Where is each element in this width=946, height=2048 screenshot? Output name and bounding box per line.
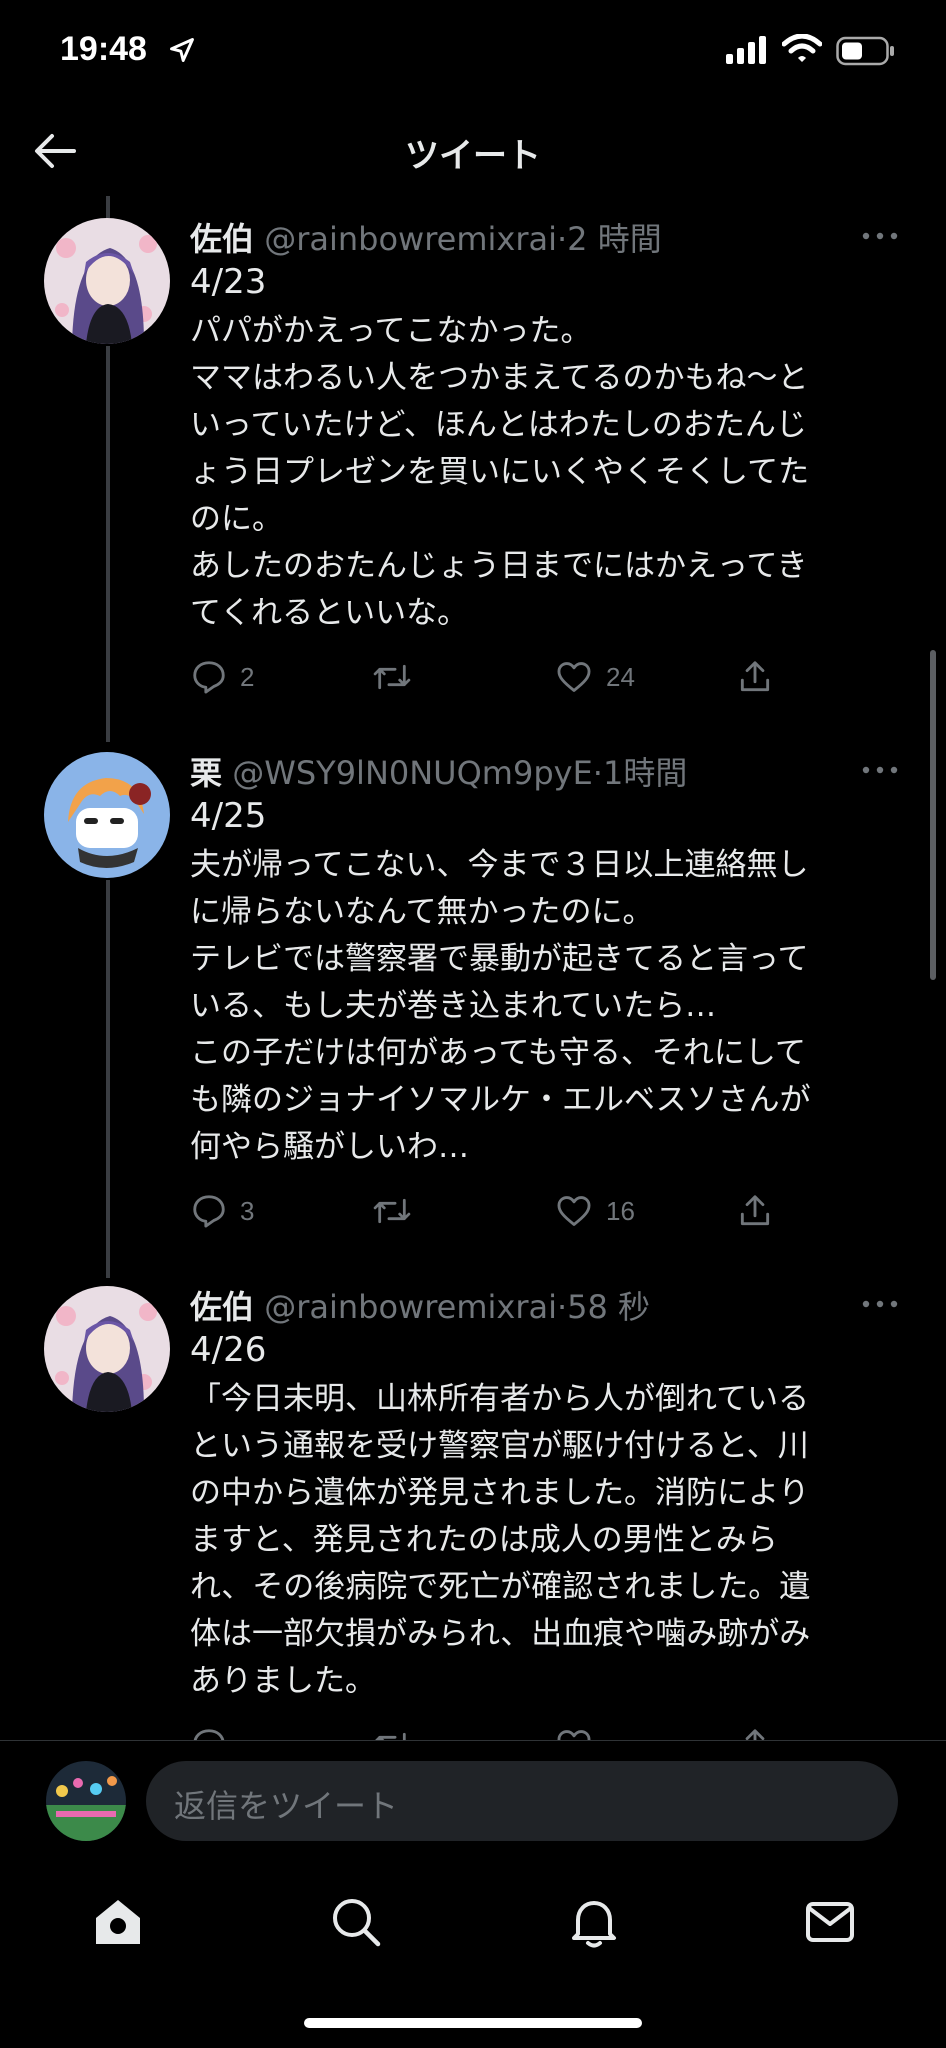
avatar-illustration xyxy=(44,1286,170,1412)
tweet-text-line: も隣のジョナイソマルケ・エルベスソさんが xyxy=(190,1082,811,1118)
my-avatar[interactable] xyxy=(46,1761,126,1841)
display-name[interactable]: 佐伯 xyxy=(190,220,254,258)
separator-dot: · xyxy=(556,220,568,258)
tweet-age[interactable]: 58 秒 xyxy=(567,1288,650,1326)
retweet-button[interactable] xyxy=(372,1186,424,1236)
wifi-icon xyxy=(782,34,822,62)
tweet-header: 栗 @WSY9lN0NUQm9pyE·1時間 xyxy=(190,748,687,794)
reply-composer: 返信をツイート xyxy=(0,1740,946,1871)
reply-button[interactable]: 2 xyxy=(190,652,254,702)
tweet-text-line: 夫が帰ってこない、今まで３日以上連絡無し xyxy=(190,847,809,883)
tweet-text-line: てくれるといいな。 xyxy=(190,595,469,631)
tweet-text-line: いる、もし夫が巻き込まれていたら… xyxy=(190,988,717,1024)
reply-count: 2 xyxy=(240,661,255,692)
reply-button[interactable]: 3 xyxy=(190,1186,254,1236)
home-indicator[interactable] xyxy=(304,2018,642,2028)
like-button[interactable]: 16 xyxy=(554,1186,635,1236)
avatar-illustration xyxy=(44,752,170,878)
avatar[interactable] xyxy=(44,1286,170,1412)
tweet-text: パパがかえってこなかった。 ママはわるい人をつかまえてるのかもね〜と いっていた… xyxy=(190,308,890,637)
display-name[interactable]: 佐伯 xyxy=(190,1288,254,1326)
like-icon xyxy=(557,662,591,692)
reply-icon xyxy=(193,661,225,694)
tweet-header: 佐伯 @rainbowremixrai·2 時間 xyxy=(190,214,662,260)
tweet-date-line: 4/26 xyxy=(190,1330,267,1370)
status-time: 19:48 xyxy=(60,30,147,68)
avatar-illustration xyxy=(44,218,170,344)
retweet-button[interactable] xyxy=(372,652,424,702)
display-name[interactable]: 栗 xyxy=(190,754,222,792)
tweet-text-line: のに。 xyxy=(190,501,283,537)
tweet-text-line: れ、その後病院で死亡が確認されました。遺 xyxy=(190,1569,811,1605)
tweet-text-line: あしたのおたんじょう日までにはかえってき xyxy=(190,548,808,584)
reply-count: 3 xyxy=(240,1195,255,1226)
like-icon xyxy=(557,1196,591,1226)
more-options-icon[interactable] xyxy=(860,226,900,246)
thread-connector-line xyxy=(106,196,110,218)
tweet-text-line: パパがかえってこなかった。 xyxy=(190,313,592,349)
tweet-actions: 3 16 xyxy=(0,1186,946,1236)
tweet-text-line: 体は一部欠損がみられ、出血痕や噛み跡がみ xyxy=(190,1616,811,1652)
scrollbar-thumb[interactable] xyxy=(930,650,936,980)
tweet-text-line: という通報を受け警察官が駆け付けると、川 xyxy=(190,1428,809,1464)
messages-icon[interactable] xyxy=(798,1890,862,1954)
user-handle[interactable]: @rainbowremixrai xyxy=(264,220,557,258)
more-options-icon[interactable] xyxy=(860,1294,900,1314)
tweet-age[interactable]: 2 時間 xyxy=(567,220,662,258)
bottom-tab-bar xyxy=(0,1870,946,2010)
tweet-text-line: ありました。 xyxy=(190,1663,376,1699)
reply-placeholder: 返信をツイート xyxy=(174,1787,399,1825)
tweet-text-line: 何やら騒がしいわ… xyxy=(190,1129,469,1165)
reply-input[interactable]: 返信をツイート xyxy=(146,1761,898,1841)
share-button[interactable] xyxy=(736,1186,774,1236)
avatar-illustration xyxy=(46,1761,126,1841)
tweet-text-line: ママはわるい人をつかまえてるのかもね〜と xyxy=(190,360,809,396)
tweet-age[interactable]: 1時間 xyxy=(603,754,687,792)
top-navigation-bar: ツイート xyxy=(0,110,946,192)
tweet-text: 夫が帰ってこない、今まで３日以上連絡無し に帰らないなんて無かったのに。 テレビ… xyxy=(190,842,890,1171)
tweet-text-line: に帰らないなんて無かったのに。 xyxy=(190,894,654,930)
tweet-text-line: テレビでは警察署で暴動が起きてると言って xyxy=(190,941,809,977)
share-button[interactable] xyxy=(736,652,774,702)
tweet-text-line: 「今日未明、山林所有者から人が倒れている xyxy=(190,1381,810,1417)
user-handle[interactable]: @WSY9lN0NUQm9pyE xyxy=(232,754,593,792)
like-count: 16 xyxy=(606,1195,635,1226)
share-icon xyxy=(740,1195,770,1226)
retweet-icon xyxy=(373,664,411,690)
tweet-date-line: 4/23 xyxy=(190,262,267,302)
location-arrow-icon xyxy=(170,38,194,62)
cellular-signal-icon xyxy=(726,36,766,64)
search-icon[interactable] xyxy=(324,1890,388,1954)
notifications-icon[interactable] xyxy=(562,1890,626,1954)
more-options-icon[interactable] xyxy=(860,760,900,780)
tweet-text-line: いっていたけど、ほんとはわたしのおたんじ xyxy=(190,407,807,443)
user-handle[interactable]: @rainbowremixrai xyxy=(264,1288,557,1326)
status-bar: 19:48 xyxy=(0,0,946,100)
separator-dot: · xyxy=(592,754,603,792)
share-icon xyxy=(740,661,770,692)
home-icon[interactable] xyxy=(86,1890,150,1954)
battery-icon xyxy=(836,36,894,66)
tweet-text-line: ょう日プレゼンを買いにいくやくそくしてた xyxy=(190,454,810,490)
avatar[interactable] xyxy=(44,752,170,878)
reply-icon xyxy=(193,1195,225,1228)
like-button[interactable]: 24 xyxy=(554,652,635,702)
avatar[interactable] xyxy=(44,218,170,344)
tweet-text: 「今日未明、山林所有者から人が倒れている という通報を受け警察官が駆け付けると、… xyxy=(190,1376,890,1705)
separator-dot: · xyxy=(556,1288,568,1326)
tweet-text-line: この子だけは何があっても守る、それにして xyxy=(190,1035,806,1071)
retweet-icon xyxy=(373,1198,411,1224)
tweet-text-line: ますと、発見されたのは成人の男性とみら xyxy=(190,1522,778,1558)
like-count: 24 xyxy=(606,661,635,692)
tweet-actions: 2 24 xyxy=(0,652,946,702)
tweet-date-line: 4/25 xyxy=(190,796,267,836)
tweet-text-line: の中から遺体が発見されました。消防により xyxy=(190,1475,810,1511)
page-title: ツイート xyxy=(405,136,541,176)
tweet-header: 佐伯 @rainbowremixrai·58 秒 xyxy=(190,1282,650,1328)
